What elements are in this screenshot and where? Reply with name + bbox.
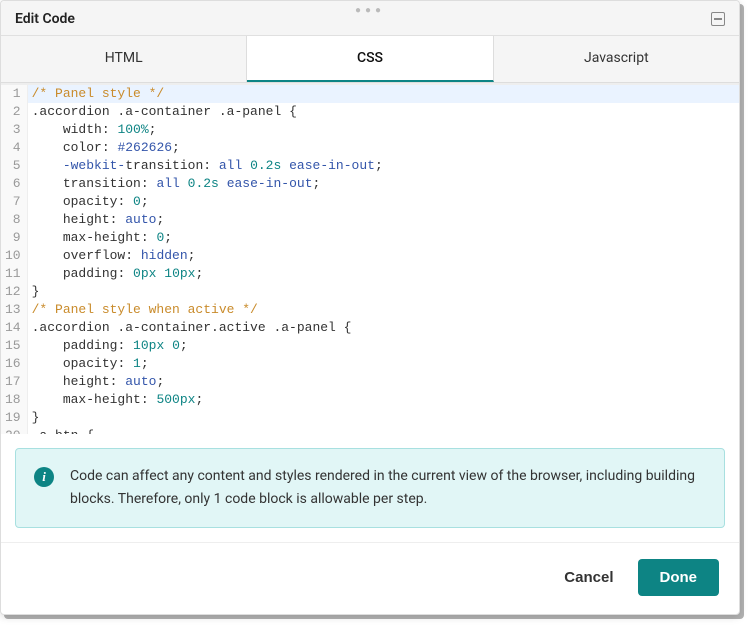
line-number: 17 bbox=[5, 373, 21, 391]
info-icon: i bbox=[34, 467, 54, 487]
collapse-icon[interactable] bbox=[711, 12, 725, 26]
line-number: 4 bbox=[5, 139, 21, 157]
code-line[interactable]: padding: 10px 0; bbox=[28, 337, 739, 355]
line-number: 7 bbox=[5, 193, 21, 211]
code-line[interactable]: .accordion .a-container .a-panel { bbox=[28, 103, 739, 121]
tab-html[interactable]: HTML bbox=[1, 36, 247, 82]
line-number: 8 bbox=[5, 211, 21, 229]
line-number: 11 bbox=[5, 265, 21, 283]
done-button[interactable]: Done bbox=[638, 559, 720, 596]
drag-handle-icon[interactable]: ●●● bbox=[355, 5, 385, 16]
code-line[interactable]: height: auto; bbox=[28, 373, 739, 391]
code-line[interactable]: color: #262626; bbox=[28, 139, 739, 157]
edit-code-dialog: ●●● Edit Code HTMLCSSJavascript 12345678… bbox=[0, 0, 740, 615]
code-line[interactable]: } bbox=[28, 409, 739, 427]
code-line[interactable]: transition: all 0.2s ease-in-out; bbox=[28, 175, 739, 193]
line-number: 2 bbox=[5, 103, 21, 121]
code-line[interactable]: max-height: 0; bbox=[28, 229, 739, 247]
line-number: 14 bbox=[5, 319, 21, 337]
line-number: 6 bbox=[5, 175, 21, 193]
code-line[interactable]: /* Panel style */ bbox=[28, 85, 739, 103]
cancel-button[interactable]: Cancel bbox=[558, 561, 619, 594]
line-number: 12 bbox=[5, 283, 21, 301]
code-line[interactable]: } bbox=[28, 283, 739, 301]
code-line[interactable]: -webkit-transition: all 0.2s ease-in-out… bbox=[28, 157, 739, 175]
code-line[interactable]: opacity: 0; bbox=[28, 193, 739, 211]
line-number-gutter: 1234567891011121314151617181920 bbox=[1, 85, 28, 434]
code-line[interactable]: width: 100%; bbox=[28, 121, 739, 139]
code-line[interactable]: overflow: hidden; bbox=[28, 247, 739, 265]
line-number: 20 bbox=[5, 427, 21, 434]
line-number: 9 bbox=[5, 229, 21, 247]
tab-css[interactable]: CSS bbox=[247, 36, 493, 82]
code-line[interactable]: .a-btn { bbox=[28, 427, 739, 434]
code-editor[interactable]: 1234567891011121314151617181920 /* Panel… bbox=[1, 83, 739, 434]
code-line[interactable]: .accordion .a-container.active .a-panel … bbox=[28, 319, 739, 337]
info-banner: i Code can affect any content and styles… bbox=[15, 448, 725, 528]
dialog-footer: Cancel Done bbox=[1, 542, 739, 614]
code-line[interactable]: /* Panel style when active */ bbox=[28, 301, 739, 319]
code-content[interactable]: /* Panel style */.accordion .a-container… bbox=[28, 85, 739, 434]
line-number: 10 bbox=[5, 247, 21, 265]
dialog-title: Edit Code bbox=[15, 11, 75, 27]
tab-bar: HTMLCSSJavascript bbox=[1, 36, 739, 83]
code-line[interactable]: max-height: 500px; bbox=[28, 391, 739, 409]
line-number: 5 bbox=[5, 157, 21, 175]
line-number: 15 bbox=[5, 337, 21, 355]
line-number: 18 bbox=[5, 391, 21, 409]
tab-javascript[interactable]: Javascript bbox=[494, 36, 739, 82]
line-number: 19 bbox=[5, 409, 21, 427]
code-line[interactable]: padding: 0px 10px; bbox=[28, 265, 739, 283]
code-line[interactable]: opacity: 1; bbox=[28, 355, 739, 373]
info-text: Code can affect any content and styles r… bbox=[70, 465, 706, 511]
line-number: 3 bbox=[5, 121, 21, 139]
line-number: 13 bbox=[5, 301, 21, 319]
line-number: 16 bbox=[5, 355, 21, 373]
line-number: 1 bbox=[5, 85, 21, 103]
code-line[interactable]: height: auto; bbox=[28, 211, 739, 229]
